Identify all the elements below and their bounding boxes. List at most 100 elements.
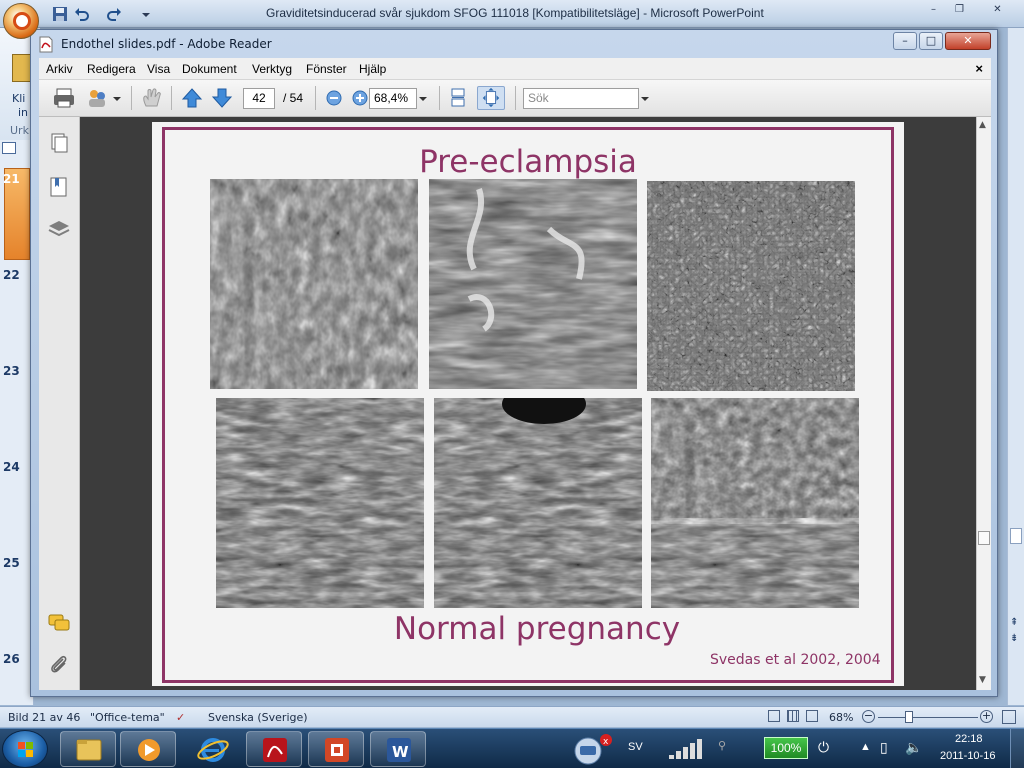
layers-panel-icon[interactable] (47, 217, 71, 241)
slide-number: 24 (3, 460, 20, 474)
signal-strength-icon[interactable] (667, 737, 711, 761)
show-hidden-icons[interactable]: ▲ (860, 741, 871, 753)
network-app-icon[interactable]: x (568, 733, 612, 765)
scroll-thumb[interactable] (978, 531, 990, 545)
normal-view-icon[interactable] (768, 710, 780, 722)
zoom-slider-thumb[interactable] (905, 711, 913, 723)
toolbar-separator (315, 86, 316, 110)
micrograph-normal-1 (216, 398, 424, 608)
powerpoint-status-bar: Bild 21 av 46 "Office-tema" ✓ Svenska (S… (0, 706, 1024, 727)
taskbar-app-internet-explorer[interactable] (184, 731, 240, 767)
page-total-label: / 54 (283, 91, 304, 105)
toolbar-separator (439, 86, 440, 110)
menu-hjalp[interactable]: Hjälp (359, 62, 386, 76)
previous-page-icon[interactable] (179, 86, 205, 110)
taskbar-app-word[interactable]: W (370, 731, 426, 767)
ppt-vertical-scrollbar[interactable]: ⇞ ⇟ (1007, 28, 1024, 705)
attachments-panel-icon[interactable] (47, 653, 71, 677)
document-view[interactable]: Pre-eclampsia Normal pregnancy Svedas et… (80, 117, 976, 690)
ppt-maximize-button[interactable]: ❐ (947, 2, 972, 20)
next-page-icon[interactable] (209, 86, 235, 110)
office-button[interactable] (3, 3, 39, 39)
input-language[interactable]: SV (628, 741, 643, 753)
collaborate-dropdown-icon[interactable] (111, 86, 123, 110)
powerpoint-icon (325, 738, 349, 762)
menu-arkiv[interactable]: Arkiv (46, 62, 73, 76)
scroll-thumb[interactable] (1010, 528, 1022, 544)
zoom-slider[interactable] (878, 717, 978, 718)
micrograph-normal-3 (651, 398, 859, 608)
menu-redigera[interactable]: Redigera (87, 62, 136, 76)
zoom-out-icon[interactable]: − (862, 710, 875, 723)
slideshow-icon[interactable] (806, 710, 818, 722)
show-desktop-button[interactable] (1010, 729, 1024, 768)
start-button[interactable] (2, 730, 48, 768)
close-document-button[interactable]: × (975, 61, 983, 76)
navigation-panel (39, 117, 80, 690)
slides-tab-icon[interactable] (2, 142, 16, 154)
menu-verktyg[interactable]: Verktyg (252, 62, 292, 76)
taskbar-app-media-player[interactable] (120, 731, 176, 767)
reader-minimize-button[interactable]: – (893, 32, 917, 50)
paste-icon[interactable] (12, 54, 32, 82)
zoom-dropdown-icon[interactable] (417, 86, 429, 110)
hand-tool-icon[interactable] (139, 86, 165, 110)
volume-icon[interactable]: 🔈 (905, 739, 922, 756)
internet-explorer-icon (197, 738, 229, 762)
undo-icon[interactable] (74, 6, 90, 22)
ppt-close-button[interactable]: ✕ (985, 2, 1010, 20)
document-vertical-scrollbar[interactable]: ▲ ▼ (976, 117, 991, 690)
scroll-up-icon[interactable]: ▲ (979, 120, 986, 130)
pages-panel-icon[interactable] (47, 131, 71, 155)
taskbar-app-powerpoint[interactable] (308, 731, 364, 767)
micrograph-preeclampsia-2 (429, 179, 637, 389)
spellcheck-icon[interactable]: ✓ (176, 711, 185, 724)
ribbon-clip-label: Kli (12, 92, 26, 105)
slide-number: 21 (3, 172, 20, 186)
theme-name: "Office-tema" (90, 711, 165, 724)
slides-panel: 21 22 23 24 25 26 (0, 140, 34, 705)
taskbar-app-explorer[interactable] (60, 731, 116, 767)
clock-date[interactable]: 2011-10-16 (940, 750, 995, 762)
powerpoint-window-title: Graviditetsinducerad svår sjukdom SFOG 1… (266, 6, 764, 20)
language-status[interactable]: Svenska (Sverige) (208, 711, 308, 724)
reader-maximize-button[interactable]: □ (919, 32, 943, 50)
menu-fonster[interactable]: Fönster (306, 62, 347, 76)
slide-sorter-icon[interactable] (787, 710, 799, 722)
print-icon[interactable] (51, 86, 77, 110)
taskbar-app-adobe-reader[interactable] (246, 731, 302, 767)
svg-text:W: W (392, 743, 409, 761)
comments-panel-icon[interactable] (47, 611, 71, 635)
power-plug-icon[interactable]: ⏻ (818, 739, 829, 756)
scrolling-mode-icon[interactable] (445, 86, 471, 110)
device-icon[interactable]: ▯ (880, 739, 888, 756)
search-dropdown-icon[interactable] (639, 86, 651, 110)
zoom-in-icon[interactable]: + (980, 710, 993, 723)
slide-number: 22 (3, 268, 20, 282)
reader-title-bar: Endothel slides.pdf - Adobe Reader – □ ✕ (31, 30, 997, 58)
clock-time[interactable]: 22:18 (955, 733, 983, 745)
fit-window-icon[interactable] (1002, 710, 1016, 724)
collaborate-icon[interactable] (85, 86, 111, 110)
slide-number: 23 (3, 364, 20, 378)
quick-access-dropdown-icon[interactable] (138, 6, 154, 22)
battery-indicator[interactable]: 100% (764, 737, 808, 759)
fit-page-icon[interactable] (477, 86, 505, 110)
next-slide-icon[interactable]: ⇟ (1010, 634, 1018, 644)
reader-close-button[interactable]: ✕ (945, 32, 991, 50)
save-icon[interactable] (52, 6, 68, 22)
menu-dokument[interactable]: Dokument (182, 62, 237, 76)
prev-slide-icon[interactable]: ⇞ (1010, 618, 1018, 628)
scroll-down-icon[interactable]: ▼ (979, 675, 986, 685)
bookmarks-panel-icon[interactable] (47, 175, 71, 199)
zoom-out-icon[interactable] (321, 86, 347, 110)
search-input[interactable]: Sök (523, 88, 639, 109)
redo-icon[interactable] (106, 6, 122, 22)
ppt-minimize-button[interactable]: – (921, 2, 946, 20)
ribbon-group-label: Urk (10, 124, 29, 137)
zoom-level-input[interactable]: 68,4% (369, 88, 417, 109)
toolbar-separator (131, 86, 132, 110)
page-number-input[interactable]: 42 (243, 88, 275, 109)
wifi-icon[interactable]: ⚲ (718, 739, 726, 752)
menu-visa[interactable]: Visa (147, 62, 170, 76)
